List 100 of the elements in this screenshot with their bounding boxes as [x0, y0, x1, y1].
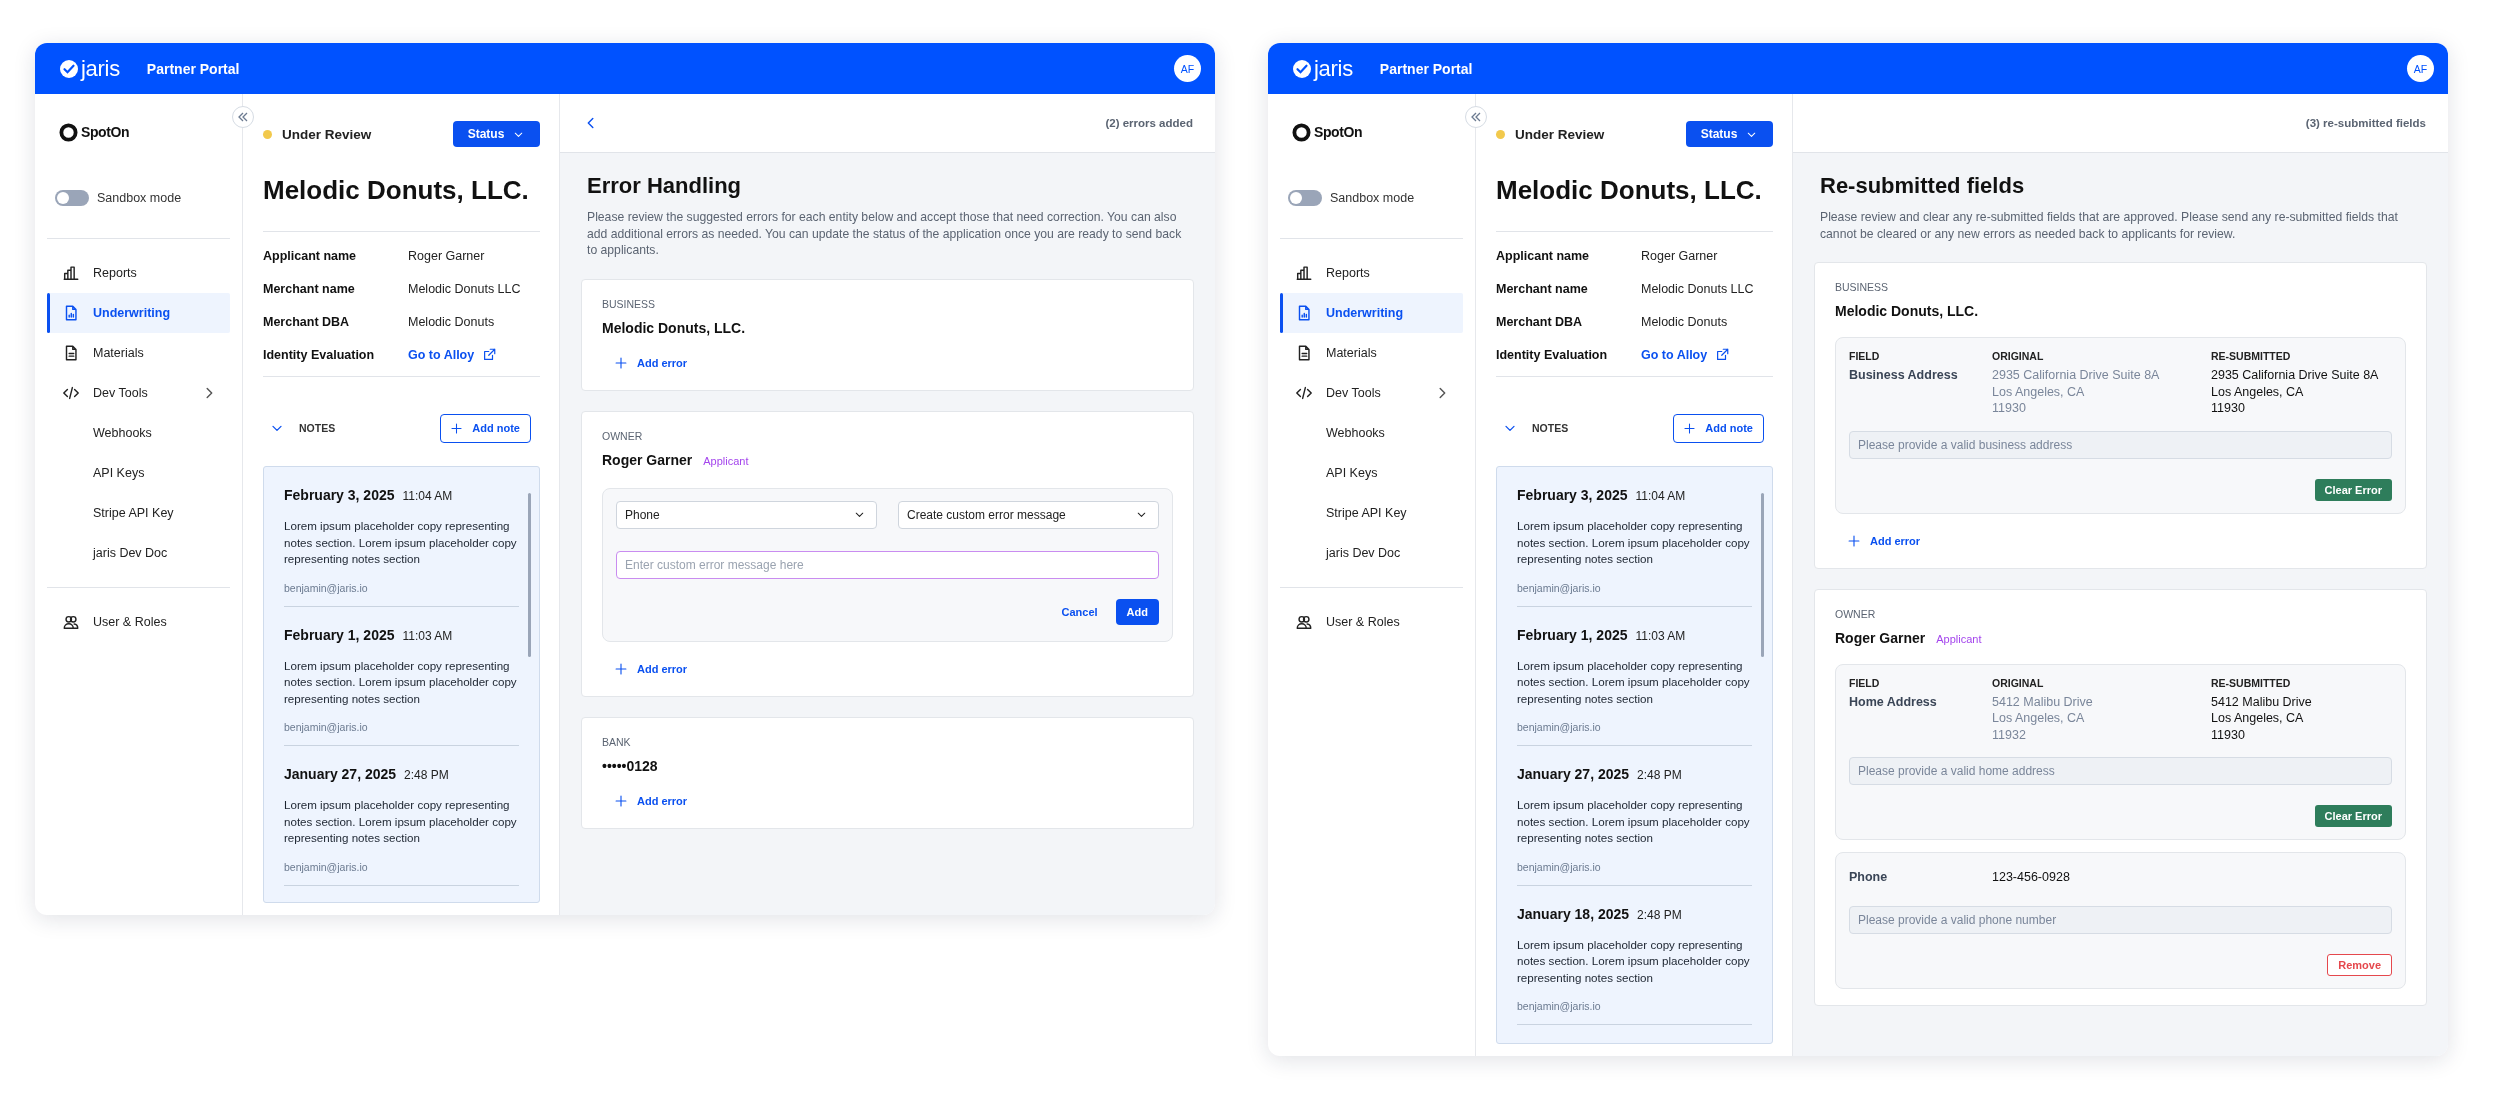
- detail-label: Applicant name: [1496, 247, 1591, 265]
- remove-button[interactable]: Remove: [2327, 953, 2392, 976]
- error-message-field[interactable]: Please provide a valid home address: [1849, 757, 2392, 785]
- resubmitted-value: Los Angeles, CA: [2211, 383, 2305, 400]
- users-icon: [62, 613, 80, 631]
- column-header: FIELD: [1849, 676, 1881, 689]
- original-value: 11932: [1992, 726, 2027, 743]
- note-time: 11:04 AM: [1635, 489, 1686, 503]
- note-text: Lorem ipsum placeholder copy representing notes section. Lorem ipsum placeholder copy representing notes section: [1517, 797, 1751, 846]
- nav-item[interactable]: Dev Tools: [47, 373, 230, 413]
- jaris-logo: jaris: [59, 56, 120, 81]
- add-error-button[interactable]: Add error: [614, 661, 688, 676]
- external-link-icon: [482, 347, 498, 362]
- nav-item[interactable]: Reports: [47, 253, 230, 293]
- detail-label: Merchant DBA: [263, 313, 351, 331]
- column-header: RE-SUBMITTED: [2211, 350, 2292, 362]
- note-author: benjamin@jaris.io: [284, 581, 369, 594]
- original-value: 2935 California Drive Suite 8A: [1992, 367, 2161, 384]
- note-text: Lorem ipsum placeholder copy representing notes section. Lorem ipsum placeholder copy representing notes section: [1517, 518, 1751, 567]
- resubmitted-value: 2935 California Drive Suite 8A: [2211, 367, 2380, 384]
- add-note-button[interactable]: Add note: [1673, 413, 1764, 443]
- nav-item[interactable]: Materials: [47, 333, 230, 373]
- detail-value: Melodic Donuts: [1641, 313, 1729, 331]
- collapse-sidebar-button[interactable]: [232, 106, 254, 128]
- status-button[interactable]: Status: [1686, 121, 1773, 147]
- note-author: benjamin@jaris.io: [284, 721, 369, 733]
- resubmitted-value: Los Angeles, CA: [2211, 710, 2305, 727]
- spoton-logo: SpotOn: [1292, 122, 1363, 142]
- note-date: February 3, 2025: [1517, 487, 1628, 503]
- cancel-button[interactable]: Cancel: [1061, 605, 1098, 618]
- clear-error-button[interactable]: Clear Error: [2314, 478, 2392, 501]
- note-date: January 18, 2025: [1517, 905, 1630, 922]
- panel-counter: (3) re-submitted fields: [2305, 117, 2426, 129]
- code-icon: [62, 384, 80, 402]
- nav-subitem[interactable]: API Keys: [47, 453, 230, 493]
- nav-item[interactable]: Underwriting: [1280, 293, 1463, 333]
- applicant-tag: Applicant: [703, 454, 749, 467]
- identity-link[interactable]: Go to Alloy: [1641, 338, 1773, 371]
- field-select[interactable]: Phone: [616, 500, 877, 529]
- double-chevron-left-icon: [1470, 111, 1482, 123]
- entity-name: Roger Garner: [602, 451, 693, 468]
- nav-subitem[interactable]: Webhooks: [1280, 413, 1463, 453]
- scrollbar-thumb[interactable]: [1761, 493, 1764, 657]
- entity-name: Melodic Donuts, LLC.: [602, 319, 746, 336]
- user-avatar[interactable]: AF: [1174, 55, 1201, 82]
- add-error-button[interactable]: Add error: [614, 793, 688, 808]
- note-date: January 27, 2025: [284, 766, 397, 782]
- collapse-sidebar-button[interactable]: [1465, 106, 1487, 128]
- field-value: 123-456-0928: [1992, 869, 2071, 886]
- add-error-button[interactable]: Add error: [614, 355, 688, 370]
- nav-subitem[interactable]: Stripe API Key: [1280, 493, 1463, 533]
- sandbox-toggle[interactable]: [55, 190, 89, 206]
- panel-title: Re-submitted fields: [1820, 172, 2026, 200]
- scrollbar-thumb[interactable]: [528, 493, 531, 657]
- original-value: 11930: [1992, 400, 2027, 417]
- identity-link[interactable]: Go to Alloy: [408, 338, 540, 371]
- field-label: Home Address: [1849, 693, 1938, 711]
- message-type-select[interactable]: Create custom error message: [898, 500, 1159, 529]
- entity-name: Roger Garner: [1835, 629, 1926, 646]
- add-button[interactable]: Add: [1115, 598, 1159, 625]
- note-date: February 3, 2025: [284, 487, 395, 503]
- add-note-button[interactable]: Add note: [440, 413, 531, 443]
- nav-subitem[interactable]: Stripe API Key: [47, 493, 230, 533]
- entity-type: OWNER: [602, 429, 644, 442]
- note-author: benjamin@jaris.io: [1517, 721, 1602, 733]
- sandbox-toggle[interactable]: [1288, 190, 1322, 206]
- note-text: Lorem ipsum placeholder copy representing notes section. Lorem ipsum placeholder copy representing notes section: [1517, 936, 1751, 986]
- error-message-field[interactable]: Please provide a valid phone number: [1849, 905, 2392, 934]
- detail-label: Merchant DBA: [1496, 313, 1584, 331]
- note-text: Lorem ipsum placeholder copy representing notes section. Lorem ipsum placeholder copy representing notes section: [284, 657, 518, 707]
- nav-item[interactable]: User & Roles: [47, 602, 230, 642]
- nav-item[interactable]: Reports: [1280, 253, 1463, 293]
- nav-subitem[interactable]: jaris Dev Doc: [1280, 533, 1463, 573]
- original-value: Los Angeles, CA: [1992, 710, 2086, 727]
- nav-subitem[interactable]: jaris Dev Doc: [47, 533, 230, 573]
- note-author: benjamin@jaris.io: [1517, 1000, 1602, 1012]
- clear-error-button[interactable]: Clear Error: [2314, 805, 2392, 827]
- user-avatar[interactable]: AF: [2407, 55, 2434, 82]
- detail-label: Identity Evaluation: [1496, 346, 1609, 364]
- entity-type: BUSINESS: [1835, 281, 1890, 293]
- note-time: 11:04 AM: [402, 489, 453, 503]
- detail-value: Melodic Donuts: [408, 313, 496, 331]
- column-header: FIELD: [1849, 350, 1881, 362]
- error-message-field[interactable]: Please provide a valid business address: [1849, 430, 2392, 459]
- add-error-button[interactable]: Add error: [1847, 533, 1921, 548]
- nav-item[interactable]: Materials: [1280, 333, 1463, 373]
- status-button[interactable]: Status: [453, 121, 540, 147]
- nav-item[interactable]: Underwriting: [47, 293, 230, 333]
- plus-icon: [1847, 533, 1861, 548]
- error-message-input[interactable]: Enter custom error message here: [616, 550, 1159, 579]
- double-chevron-left-icon: [237, 111, 249, 123]
- plus-icon: [614, 355, 628, 370]
- merchant-title: Melodic Donuts, LLC.: [263, 174, 530, 206]
- nav-subitem[interactable]: Webhooks: [47, 413, 230, 453]
- detail-label: Applicant name: [263, 247, 358, 265]
- nav-item[interactable]: User & Roles: [1280, 602, 1463, 642]
- merchant-title: Melodic Donuts, LLC.: [1496, 174, 1763, 206]
- detail-value: Melodic Donuts LLC: [408, 280, 522, 298]
- nav-subitem[interactable]: API Keys: [1280, 453, 1463, 493]
- nav-item[interactable]: Dev Tools: [1280, 373, 1463, 413]
